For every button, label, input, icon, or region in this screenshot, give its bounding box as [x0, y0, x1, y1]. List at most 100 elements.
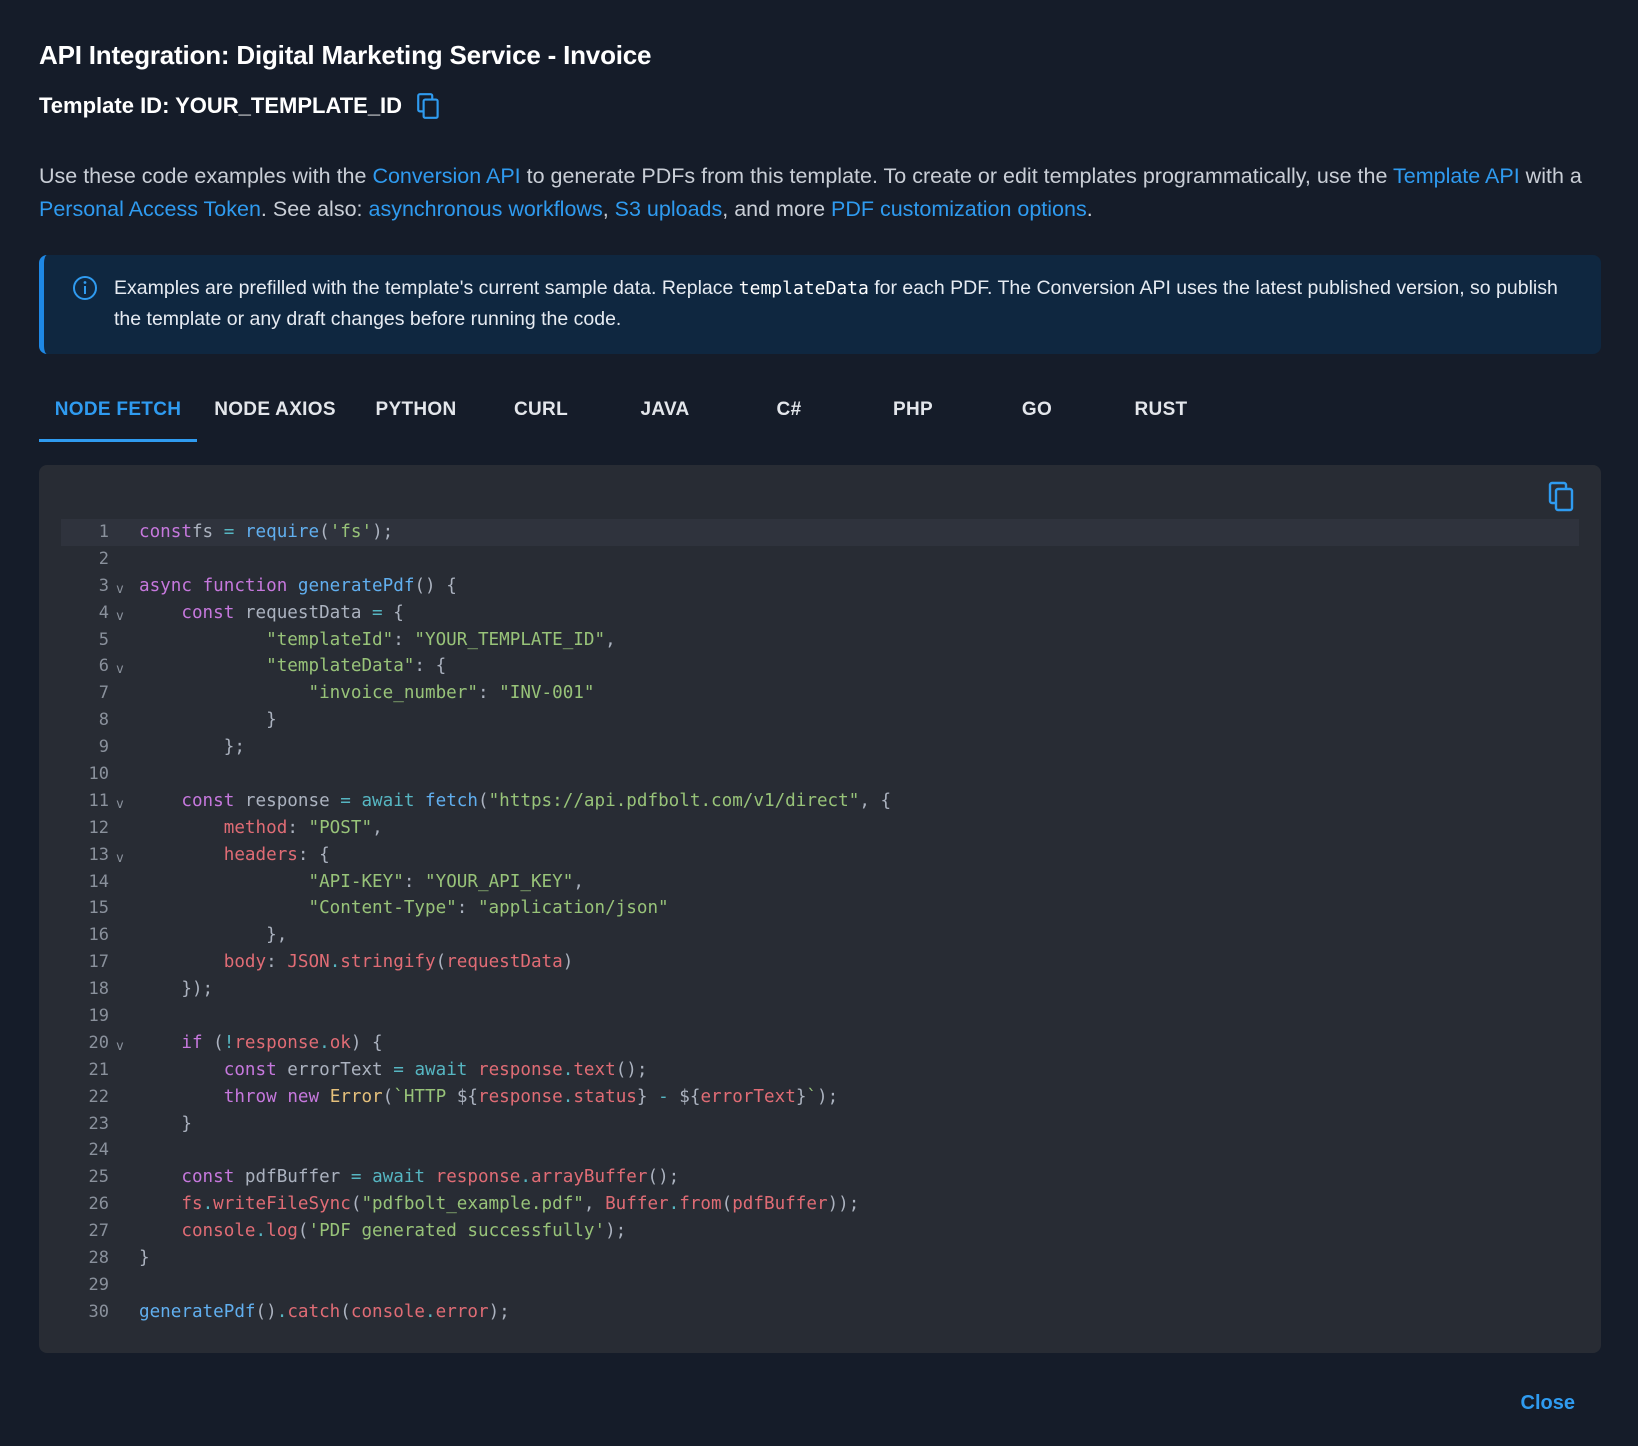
code-token: =: [350, 1167, 362, 1188]
code-text: "Content-Type": "application/json": [139, 895, 668, 922]
template-api-link[interactable]: Template API: [1393, 164, 1520, 188]
copy-icon[interactable]: [416, 92, 442, 120]
line-number: 24: [88, 1140, 109, 1161]
code-token: await: [414, 1059, 468, 1080]
code-line: 30 generatePdf().catch(console.error);: [61, 1299, 1579, 1326]
code-token: body: [223, 952, 267, 973]
tab-python[interactable]: PYTHON: [353, 390, 479, 442]
code-token: response: [234, 790, 341, 811]
code-line: 18 });: [61, 976, 1579, 1003]
tab-go[interactable]: GO: [975, 390, 1099, 442]
code-line: 23 }: [61, 1111, 1579, 1138]
close-button[interactable]: Close: [1521, 1392, 1575, 1415]
code-text: fs.writeFileSync("pdfbolt_example.pdf", …: [139, 1191, 859, 1218]
code-text: body: JSON.stringify(requestData): [139, 949, 574, 976]
code-token: console: [181, 1221, 256, 1242]
copy-icon[interactable]: [1548, 481, 1576, 513]
code-token: "pdfbolt_example.pdf": [361, 1194, 584, 1215]
code-token: : {: [414, 656, 447, 677]
pdf-customization-options-link[interactable]: PDF customization options: [831, 197, 1087, 221]
conversion-api-link[interactable]: Conversion API: [372, 164, 520, 188]
line-number: 15: [88, 898, 109, 919]
code-token: if: [181, 1032, 203, 1053]
code-token: await: [361, 790, 415, 811]
code-token: .: [562, 1086, 574, 1107]
language-tabs: NODE FETCH NODE AXIOS PYTHON CURL JAVA C…: [39, 390, 1601, 442]
code-token: response: [478, 1059, 563, 1080]
code-text: const requestData = {: [139, 600, 404, 627]
code-text: "API-KEY": "YOUR_API_KEY",: [139, 869, 583, 896]
template-id-label: Template ID: YOUR_TEMPLATE_ID: [39, 93, 403, 118]
asynchronous-workflows-link[interactable]: asynchronous workflows: [368, 197, 602, 221]
line-number: 22: [88, 1086, 109, 1107]
code-token: .: [319, 1032, 330, 1053]
code-token: =: [213, 522, 245, 542]
line-number: 21: [88, 1059, 109, 1080]
line-number: 17: [88, 952, 109, 973]
code-token: "templateData": [266, 656, 415, 677]
code-token: {: [382, 602, 404, 623]
line-number: 6: [98, 656, 109, 677]
code-token: .: [202, 1194, 214, 1215]
code-token: throw: [223, 1086, 277, 1107]
code-token: arrayBuffer: [530, 1167, 648, 1188]
line-number: 9: [98, 737, 109, 758]
code-token: );: [817, 1086, 839, 1107]
tab-node-axios[interactable]: NODE AXIOS: [197, 390, 353, 442]
code-line: 14 "API-KEY": "YOUR_API_KEY",: [61, 869, 1579, 896]
line-number: 10: [88, 764, 109, 785]
code-token: fetch: [425, 790, 478, 811]
code-line: 13 v headers: {: [61, 842, 1579, 869]
code-token: "https://api.pdfbolt.com/v1/direct": [488, 790, 860, 811]
code-editor[interactable]: 1 constfs = require('fs'); 2 3 v async functi…: [61, 519, 1579, 1326]
code-token: (: [435, 952, 447, 973]
code-line: 17 body: JSON.stringify(requestData): [61, 949, 1579, 976]
s3-uploads-link[interactable]: S3 uploads: [615, 197, 723, 221]
code-token: ${: [679, 1086, 701, 1107]
code-token: const: [181, 602, 235, 623]
code-token: );: [488, 1301, 510, 1322]
code-token: generatePdf: [297, 575, 415, 596]
tab-php[interactable]: PHP: [851, 390, 975, 442]
code-text: const pdfBuffer = await response.arrayBu…: [139, 1164, 679, 1191]
personal-access-token-link[interactable]: Personal Access Token: [39, 197, 261, 221]
code-line: 9 };: [61, 734, 1579, 761]
code-token: ,: [372, 817, 383, 838]
tab-node-fetch[interactable]: NODE FETCH: [39, 390, 197, 442]
code-token: ${: [456, 1086, 478, 1107]
code-token: "INV-001": [499, 683, 595, 704]
code-token: (: [478, 790, 489, 811]
code-panel: 1 constfs = require('fs'); 2 3 v async functi…: [39, 465, 1601, 1353]
tab-rust[interactable]: RUST: [1099, 390, 1223, 442]
code-text: "invoice_number": "INV-001": [139, 680, 595, 707]
code-token: 'fs': [329, 522, 373, 542]
code-token: .: [520, 1167, 531, 1188]
api-integration-dialog: API Integration: Digital Marketing Servi…: [0, 0, 1638, 1446]
code-token: function: [202, 575, 288, 596]
code-token: response: [435, 1167, 521, 1188]
code-line: 16 },: [61, 922, 1579, 949]
code-token: errorText: [700, 1086, 796, 1107]
line-number: 28: [88, 1248, 109, 1269]
code-text: }: [139, 1245, 150, 1272]
code-token: method: [223, 817, 288, 838]
code-token: "invoice_number": [308, 683, 478, 704]
code-token: ) {: [350, 1032, 383, 1053]
code-text: const response = await fetch("https://ap…: [139, 788, 891, 815]
template-data-code: templateData: [738, 278, 869, 299]
code-token: "API-KEY": [308, 871, 404, 892]
code-text: throw new Error(`HTTP ${response.status}…: [139, 1084, 838, 1111]
tab-curl[interactable]: CURL: [479, 390, 603, 442]
tab-java[interactable]: JAVA: [603, 390, 727, 442]
code-token: ,: [583, 1194, 606, 1215]
code-line: 24: [61, 1137, 1579, 1164]
tab-csharp[interactable]: C#: [727, 390, 851, 442]
code-line: 7 "invoice_number": "INV-001": [61, 680, 1579, 707]
